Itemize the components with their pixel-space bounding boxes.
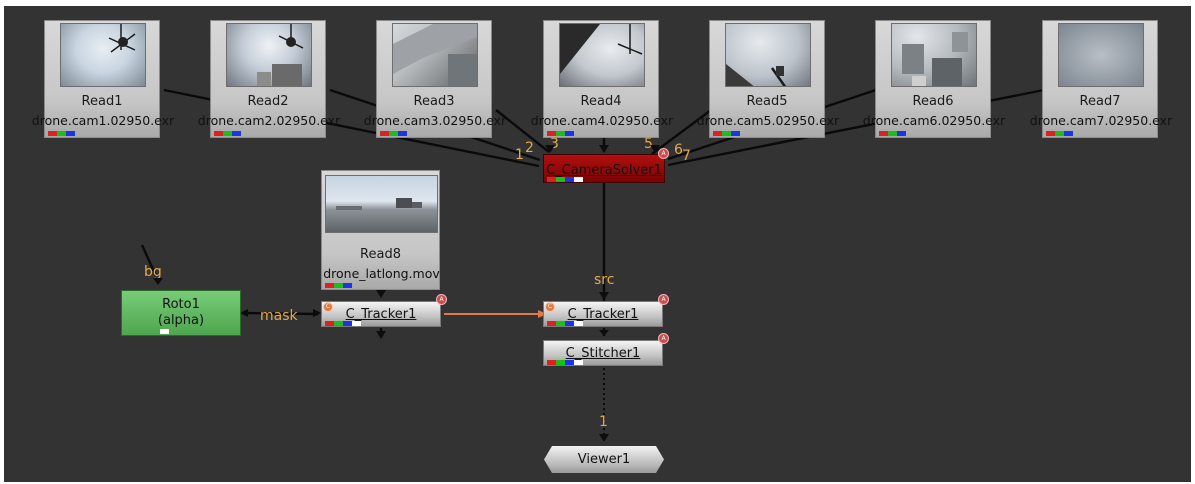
roto-channels	[160, 329, 196, 334]
solver-input-1: 1	[515, 147, 524, 163]
tracker-right-cache-icon: C	[545, 302, 555, 312]
arrow-mask-left	[240, 309, 248, 317]
stitcher-input-arrow	[599, 330, 609, 336]
read2-thumbnail	[226, 23, 312, 87]
read5-thumbnail	[725, 23, 811, 87]
read5-title: Read5	[746, 94, 788, 109]
read8-thumbnail	[325, 175, 438, 233]
camera-solver-channels	[547, 177, 583, 182]
read5-channels	[713, 131, 749, 136]
read8-title: Read8	[360, 247, 401, 262]
read-node-1[interactable]: Read1 drone.cam1.02950.exr	[32, 20, 174, 138]
read-node-3[interactable]: Read3 drone.cam3.02950.exr	[364, 20, 506, 138]
src-input-label: src	[594, 272, 615, 288]
stitcher-channels	[547, 360, 583, 365]
roto-node[interactable]: Roto1 (alpha)	[121, 290, 241, 336]
read-node-2[interactable]: Read2 drone.cam2.02950.exr	[198, 20, 340, 138]
stitcher-node[interactable]: C_Stitcher1	[543, 340, 663, 366]
read-node-8[interactable]: Read8 drone_latlong.mov	[321, 170, 440, 290]
read-node-5[interactable]: Read5 drone.cam5.02950.exr	[697, 20, 839, 138]
read3-thumbnail	[392, 23, 478, 87]
tracker-left-channels	[325, 321, 361, 326]
viewer-input-label: 1	[599, 414, 608, 430]
camera-solver-badge-icon: A	[658, 148, 669, 159]
tracker-right-channels	[547, 321, 583, 326]
viewer-input-arrow	[599, 434, 609, 442]
read2-title: Read2	[247, 94, 289, 109]
read4-thumbnail	[559, 23, 645, 87]
solver-input-7: 7	[682, 148, 691, 164]
roto-label-channel: (alpha)	[157, 313, 205, 328]
tracker-right-input-arrow	[599, 292, 609, 300]
read6-channels	[879, 131, 915, 136]
tracker-left-input-arrow	[376, 290, 386, 298]
read4-title: Read4	[580, 94, 622, 109]
tracker-left-label: C_Tracker1	[345, 307, 417, 322]
read1-thumbnail	[60, 23, 146, 87]
mask-input-label: mask	[260, 308, 298, 324]
read2-channels	[214, 131, 250, 136]
viewer-label: Viewer1	[577, 452, 631, 467]
arrow-mask-right	[313, 309, 321, 317]
read1-channels	[48, 131, 84, 136]
camera-solver-node[interactable]: C_CameraSolver1	[543, 154, 665, 183]
read6-thumbnail	[891, 23, 977, 87]
read3-channels	[380, 131, 416, 136]
read-node-7[interactable]: Read7 drone.cam7.02950.exr	[1030, 20, 1172, 138]
node-graph[interactable]: Read1 drone.cam1.02950.exr Read2 drone.c…	[4, 6, 1191, 482]
tracker-left-badge-icon: A	[436, 294, 447, 305]
roto-input-arrow	[153, 278, 163, 285]
roto-label: Roto1 (alpha)	[122, 297, 240, 329]
solver-input-arrow-3	[545, 145, 555, 153]
tracker-right-label: C_Tracker1	[567, 307, 639, 322]
read7-filename: drone.cam7.02950.exr	[1029, 113, 1173, 128]
solver-input-arrow-4	[599, 145, 609, 153]
read7-channels	[1046, 131, 1082, 136]
solver-input-2: 2	[525, 140, 534, 156]
stitcher-badge-icon: A	[658, 333, 669, 344]
read8-channels	[325, 283, 361, 288]
camera-solver-label: C_CameraSolver1	[546, 163, 662, 178]
read1-title: Read1	[81, 94, 123, 109]
read8-filename: drone_latlong.mov	[323, 266, 440, 281]
read6-title: Read6	[912, 94, 954, 109]
read3-title: Read3	[413, 94, 455, 109]
roto-label-name: Roto1	[162, 297, 200, 312]
tracker-left-output-arrow	[376, 331, 386, 339]
read7-thumbnail	[1058, 23, 1144, 87]
tracker-left-node[interactable]: C_Tracker1	[321, 301, 441, 327]
viewer-node[interactable]: Viewer1	[544, 446, 664, 473]
stitcher-label: C_Stitcher1	[565, 346, 641, 361]
tracker-left-cache-icon: C	[323, 302, 333, 312]
read-node-6[interactable]: Read6 drone.cam6.02950.exr	[863, 20, 1005, 138]
read7-title: Read7	[1079, 94, 1121, 109]
tracker-right-node[interactable]: C_Tracker1	[543, 301, 663, 327]
read-node-4[interactable]: Read4 drone.cam4.02950.exr	[531, 20, 673, 138]
tracker-right-badge-icon: A	[658, 294, 669, 305]
